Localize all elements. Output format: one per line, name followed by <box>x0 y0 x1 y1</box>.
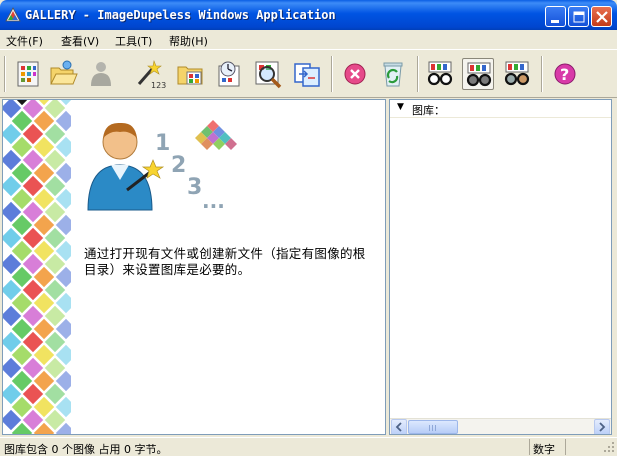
maximize-icon <box>573 11 585 23</box>
search-image-icon <box>255 61 282 89</box>
clock-scan-button[interactable] <box>213 58 245 90</box>
scroll-right-button[interactable] <box>594 419 610 434</box>
hero-number-1: 1 <box>155 131 170 156</box>
toolbar-separator <box>331 56 333 92</box>
toolbar: 123 ? <box>0 49 617 98</box>
thumb-grip <box>435 425 436 431</box>
minimize-icon <box>551 20 559 23</box>
status-divider <box>565 439 566 455</box>
open-button[interactable] <box>47 58 79 90</box>
decorative-diamond-strip <box>3 100 71 434</box>
hero-number-2: 2 <box>171 153 186 178</box>
glasses-icon <box>427 61 453 86</box>
hero-ellipsis: ... <box>202 189 225 213</box>
scroll-thumb[interactable] <box>408 420 458 434</box>
stop-button[interactable] <box>339 58 371 90</box>
wizard-button[interactable]: 123 <box>135 58 167 90</box>
search-image-button[interactable] <box>252 58 284 90</box>
gallery-tree-label: 图库： <box>412 104 445 117</box>
thumb-grip <box>429 425 430 431</box>
arrow-left-icon <box>395 422 402 432</box>
arrow-right-icon <box>599 422 606 432</box>
clock-scan-icon <box>218 61 240 87</box>
browse-folder-icon <box>177 66 203 85</box>
menu-view[interactable]: 查看(V) <box>61 33 99 49</box>
status-divider <box>529 439 530 455</box>
status-numlock: 数字 <box>533 443 555 456</box>
maximize-button[interactable] <box>568 6 589 27</box>
close-button[interactable] <box>591 6 612 27</box>
resize-grip-icon[interactable] <box>603 441 615 453</box>
view-glasses-button[interactable] <box>424 58 456 90</box>
menu-tools[interactable]: 工具(T) <box>115 33 152 49</box>
horizontal-scrollbar[interactable] <box>390 418 611 434</box>
app-icon <box>5 7 21 22</box>
recycle-button[interactable] <box>377 58 409 90</box>
toolbar-separator <box>541 56 543 92</box>
window-title: GALLERY - ImageDupeless Windows Applicat… <box>25 8 336 22</box>
stop-icon <box>344 63 366 85</box>
status-text: 图库包含 0 个图像 占用 0 字节。 <box>4 443 168 456</box>
wizard-user-illustration: 1 2 3 ... <box>87 120 237 213</box>
scroll-left-button[interactable] <box>391 419 407 434</box>
compare-button[interactable] <box>291 58 323 90</box>
chevron-down-icon[interactable]: ▼ <box>397 102 404 112</box>
toolbar-grip <box>4 56 6 92</box>
recycle-icon <box>383 62 403 87</box>
browse-button[interactable] <box>175 58 207 90</box>
color-tile-cluster-icon <box>195 120 237 150</box>
glasses-gray-icon <box>504 61 530 86</box>
toolbar-separator <box>417 56 419 92</box>
minimize-button[interactable] <box>545 6 566 27</box>
svg-text:123: 123 <box>151 81 166 90</box>
help-button[interactable]: ? <box>549 58 581 90</box>
user-button-disabled[interactable] <box>85 58 117 90</box>
title-bar: GALLERY - ImageDupeless Windows Applicat… <box>0 0 617 30</box>
menu-help[interactable]: 帮助(H) <box>169 33 208 49</box>
thumb-grip <box>432 425 433 431</box>
welcome-pane: 1 2 3 ... 通过打开现有文件或创建新文件（指定有图像的根目录）来设置图库… <box>2 99 386 435</box>
open-folder-icon <box>50 60 78 85</box>
close-icon <box>596 11 608 23</box>
wizard-icon: 123 <box>137 59 166 90</box>
disabled-user-icon <box>91 62 111 86</box>
svg-text:?: ? <box>560 65 569 84</box>
hero-number-3: 3 <box>187 175 202 200</box>
gallery-icon <box>17 61 39 87</box>
setup-hint: 通过打开现有文件或创建新文件（指定有图像的根目录）来设置图库是必要的。 <box>84 246 366 277</box>
gallery-button[interactable] <box>12 58 44 90</box>
status-bar: 图库包含 0 个图像 占用 0 字节。 数字 <box>0 437 617 456</box>
menu-file[interactable]: 文件(F) <box>6 33 43 49</box>
gallery-tree-header[interactable]: ▼ 图库： <box>390 100 611 118</box>
gallery-tree-pane: ▼ 图库： <box>389 99 612 435</box>
glasses-dark-icon <box>466 62 492 87</box>
view-glasses-gray-button[interactable] <box>501 58 533 90</box>
compare-icon <box>294 63 320 87</box>
menu-bar: 文件(F) 查看(V) 工具(T) 帮助(H) <box>0 30 617 49</box>
help-icon: ? <box>554 63 576 85</box>
view-glasses-dark-button[interactable] <box>462 58 494 90</box>
